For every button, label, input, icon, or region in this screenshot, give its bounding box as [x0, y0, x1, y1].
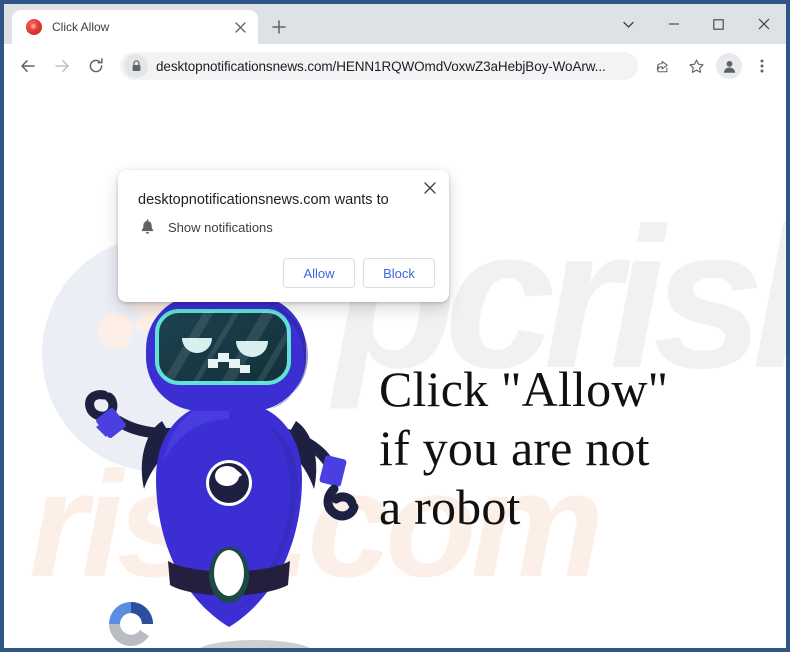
browser-window: Click Allow desktopnotificationsnews.com…	[0, 0, 790, 652]
bell-icon	[138, 218, 156, 236]
new-tab-button[interactable]	[264, 12, 294, 42]
close-icon[interactable]	[230, 17, 250, 37]
headline-line: Click "Allow"	[379, 361, 669, 417]
captcha-c-icon	[109, 602, 153, 646]
chevron-down-icon[interactable]	[606, 4, 651, 44]
person-icon[interactable]	[716, 53, 742, 79]
tab-title: Click Allow	[52, 20, 110, 34]
window-controls	[606, 4, 786, 44]
share-icon[interactable]	[646, 50, 678, 82]
headline-line: a robot	[379, 479, 521, 535]
dialog-actions: Allow Block	[283, 258, 435, 288]
close-icon[interactable]	[741, 4, 786, 44]
robot-mascot-illustration	[64, 293, 394, 648]
three-dots-icon[interactable]	[746, 50, 778, 82]
back-button[interactable]	[12, 50, 44, 82]
address-bar[interactable]: desktopnotificationsnews.com/HENN1RQWOmd…	[120, 52, 638, 80]
allow-button[interactable]: Allow	[283, 258, 355, 288]
block-button[interactable]: Block	[363, 258, 435, 288]
browser-toolbar: desktopnotificationsnews.com/HENN1RQWOmd…	[4, 44, 786, 88]
browser-tab[interactable]: Click Allow	[12, 10, 258, 44]
dialog-title: desktopnotificationsnews.com wants to	[138, 192, 389, 208]
minimize-icon[interactable]	[651, 4, 696, 44]
tab-strip: Click Allow	[4, 4, 786, 44]
red-circle-favicon	[26, 19, 42, 35]
headline-line: if you are not	[379, 420, 650, 476]
reload-button[interactable]	[80, 50, 112, 82]
page-viewport: pcrisk risk.com	[4, 88, 786, 648]
page-headline: Click "Allow" if you are not a robot	[379, 360, 668, 537]
permission-row: Show notifications	[138, 218, 273, 236]
captcha-logo: E-CAPTCHA	[76, 598, 186, 648]
url-text: desktopnotificationsnews.com/HENN1RQWOmd…	[156, 58, 606, 74]
permission-text: Show notifications	[168, 219, 273, 235]
close-icon[interactable]	[420, 178, 440, 198]
lock-icon[interactable]	[124, 54, 148, 78]
notification-permission-dialog: desktopnotificationsnews.com wants to Sh…	[118, 170, 449, 302]
maximize-icon[interactable]	[696, 4, 741, 44]
star-icon[interactable]	[680, 50, 712, 82]
forward-button[interactable]	[46, 50, 78, 82]
